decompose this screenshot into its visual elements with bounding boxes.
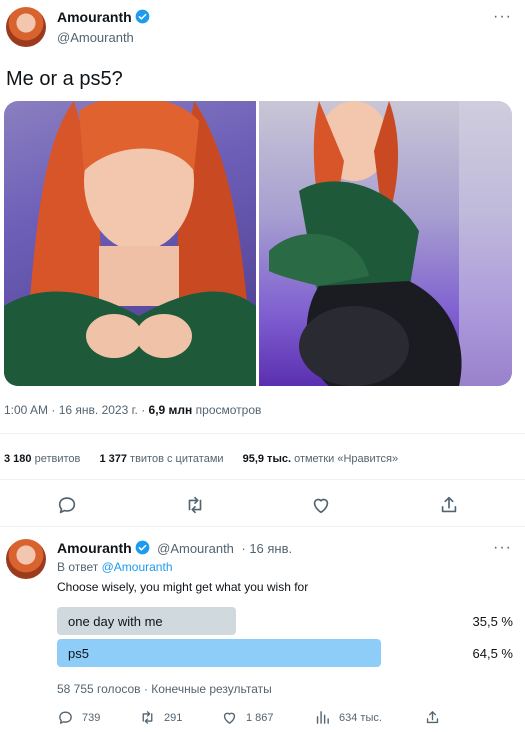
- reply-header: Amouranth @Amouranth · 16 янв.: [57, 540, 292, 558]
- retweet-icon[interactable]: [184, 494, 206, 516]
- author-header: Amouranth: [57, 9, 150, 27]
- replying-to: В ответ @Amouranth: [57, 560, 173, 574]
- avatar[interactable]: [6, 539, 46, 579]
- like-action[interactable]: 1 867: [221, 709, 274, 726]
- tweet-meta: 1:00 AM · 16 янв. 2023 г. · 6,9 млн прос…: [4, 403, 261, 417]
- poll-option-label: ps5: [68, 646, 89, 661]
- poll-option-percent: 35,5 %: [472, 614, 513, 629]
- like-icon: [223, 712, 236, 724]
- reply-action[interactable]: 739: [57, 709, 100, 726]
- likes-stat[interactable]: 95,9 тыс. отметки «Нравится»: [243, 453, 399, 465]
- views-icon: [316, 711, 329, 724]
- poll-option-label: one day with me: [68, 614, 163, 629]
- views-count: 634 тыс.: [339, 711, 382, 724]
- avatar[interactable]: [6, 7, 46, 47]
- replying-to-link[interactable]: @Amouranth: [102, 560, 173, 574]
- views-action[interactable]: 634 тыс.: [314, 709, 382, 726]
- retweet-action[interactable]: 291: [139, 709, 182, 726]
- tweet-text: Me or a ps5?: [6, 68, 123, 90]
- photo-left-illustration: [4, 101, 256, 386]
- share-action[interactable]: [424, 709, 441, 726]
- retweet-count: 291: [164, 711, 183, 724]
- verified-badge-icon: [135, 540, 150, 555]
- reply-text: Choose wisely, you might get what you wi…: [57, 580, 309, 594]
- poll-votes: 58 755 голосов: [57, 682, 141, 696]
- share-icon[interactable]: [438, 494, 460, 516]
- meta-separator: ·: [141, 403, 149, 417]
- verified-badge-icon: [135, 9, 150, 24]
- quotes-stat[interactable]: 1 377 твитов с цитатами: [99, 453, 223, 465]
- reply-count: 739: [82, 711, 101, 724]
- retweets-stat[interactable]: 3 180 ретвитов: [4, 453, 80, 465]
- media-image-left[interactable]: [4, 101, 256, 386]
- photo-right-illustration: [269, 101, 512, 386]
- poll-option-percent: 64,5 %: [472, 646, 513, 661]
- author-handle[interactable]: @Amouranth: [57, 30, 134, 45]
- views-label: просмотров: [195, 403, 262, 417]
- reply-author-name[interactable]: Amouranth: [57, 540, 132, 556]
- author-name[interactable]: Amouranth: [57, 9, 132, 25]
- tweet-time[interactable]: 1:00 AM: [4, 403, 48, 417]
- views-count: 6,9 млн: [148, 403, 193, 417]
- reply-icon: [59, 711, 72, 724]
- like-icon[interactable]: [310, 494, 332, 516]
- divider: [0, 479, 525, 480]
- reply-author-handle[interactable]: @Amouranth: [157, 541, 234, 556]
- more-options-icon[interactable]: ···: [493, 8, 512, 26]
- poll-bar-option-2: [57, 639, 381, 667]
- share-icon: [426, 711, 439, 724]
- divider: [0, 526, 525, 527]
- divider: [0, 433, 525, 434]
- reply-date[interactable]: · 16 янв.: [241, 541, 292, 556]
- reply-icon[interactable]: [56, 494, 78, 516]
- meta-separator: ·: [51, 403, 59, 417]
- retweet-icon: [142, 711, 153, 724]
- poll-status: Конечные результаты: [151, 682, 272, 696]
- media-image-right[interactable]: [259, 101, 512, 386]
- tweet-date[interactable]: 16 янв. 2023 г.: [59, 403, 138, 417]
- tweet-stats: 3 180 ретвитов 1 377 твитов с цитатами 9…: [4, 453, 414, 465]
- more-options-icon[interactable]: ···: [493, 539, 512, 557]
- like-count: 1 867: [246, 711, 274, 724]
- poll-meta: 58 755 голосов · Конечные результаты: [57, 682, 272, 696]
